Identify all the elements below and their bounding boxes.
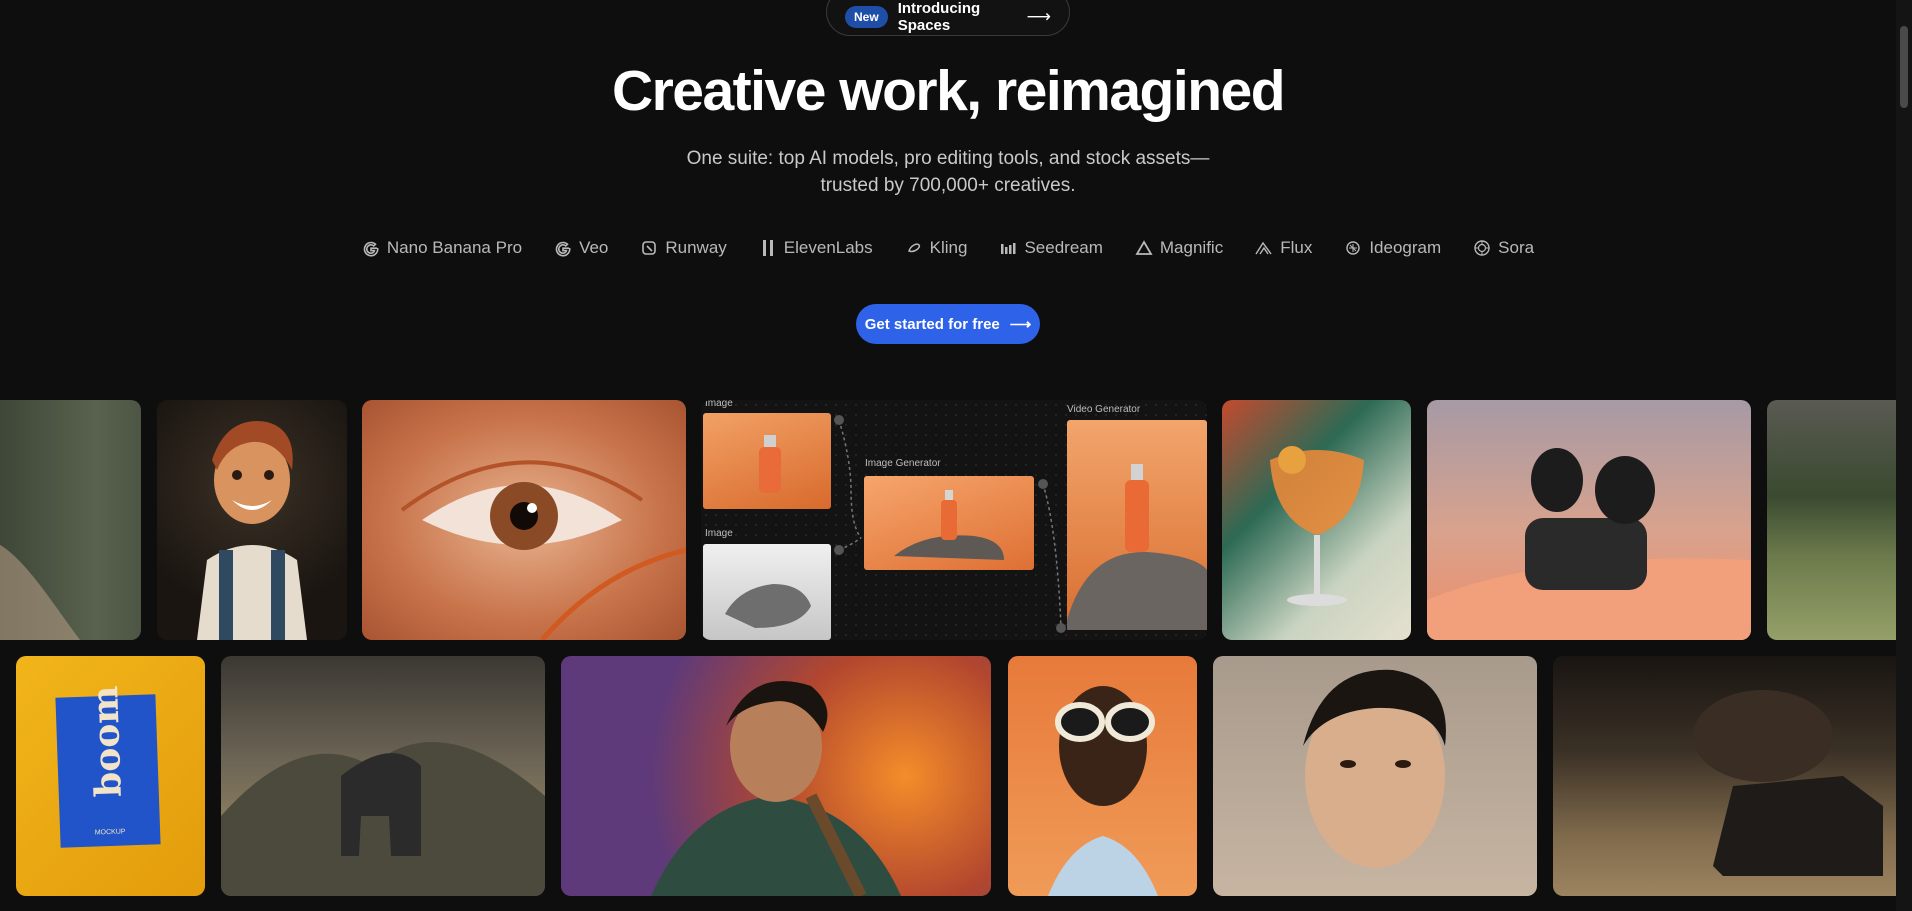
model-label: Veo	[579, 238, 609, 257]
video-node-output	[1067, 420, 1207, 630]
image-node-label-2: Image	[705, 528, 733, 539]
subtitle-line-1: One suite: top AI models, pro editing to…	[686, 148, 1210, 169]
poster-text: boom	[84, 685, 130, 798]
poster-subtext: MOCKUP	[94, 828, 126, 837]
google-icon	[554, 239, 572, 257]
model-item-ideogram: Ideogram	[1344, 238, 1441, 258]
scrollbar-thumb[interactable]	[1900, 26, 1908, 108]
announcement-text: Introducing Spaces	[897, 0, 981, 34]
seedream-icon	[999, 239, 1017, 257]
generator-node-label: Image Generator	[865, 458, 941, 469]
hero-subtitle: One suite: top AI models, pro editing to…	[0, 145, 1896, 199]
bottle-on-rock-tall	[1067, 464, 1207, 630]
model-item-seedream: Seedream	[999, 238, 1103, 258]
gallery-tile-dinosaur[interactable]	[221, 656, 545, 896]
model-item-veo: Veo	[554, 238, 608, 258]
arrow-right-icon: ⟶	[1026, 7, 1051, 26]
model-item-sora: Sora	[1473, 238, 1534, 258]
model-item-flux: Flux	[1255, 238, 1312, 258]
flux-icon	[1255, 239, 1273, 257]
kling-icon	[905, 239, 923, 257]
magnific-icon	[1135, 239, 1153, 257]
image-node-label: Image	[705, 400, 733, 409]
warrior-figure	[651, 681, 901, 896]
model-item-runway: Runway	[640, 238, 727, 258]
runway-icon	[640, 239, 658, 257]
subtitle-line-2: trusted by 700,000+ creatives.	[820, 175, 1076, 196]
model-item-elevenlabs: ElevenLabs	[759, 238, 873, 258]
model-label: Runway	[665, 238, 727, 257]
gallery-tile-warrior[interactable]	[561, 656, 991, 896]
gallery-tile-man-portrait[interactable]	[1213, 656, 1537, 896]
model-item-magnific: Magnific	[1135, 238, 1223, 258]
bottle-on-rock	[894, 490, 1004, 560]
arrow-right-icon: ⟶	[1009, 316, 1032, 333]
gallery-tile-boom-mockup[interactable]: boom MOCKUP	[16, 656, 205, 896]
gallery-tile-workflow[interactable]: Image Image Image Generator Video Genera…	[701, 400, 1207, 640]
earbuds-case	[1427, 448, 1751, 640]
eye-illustration	[400, 460, 686, 640]
sunglasses-person	[1048, 686, 1158, 896]
model-label: Nano Banana Pro	[386, 238, 523, 257]
page-title: Creative work, reimagined	[611, 59, 1286, 123]
gallery-tile-partial-green[interactable]	[0, 400, 141, 640]
ideogram-icon	[1344, 239, 1362, 257]
announcement-pill[interactable]: New Introducing Spaces ⟶	[826, 0, 1070, 36]
model-label: ElevenLabs	[783, 238, 873, 257]
dinosaur-scene	[221, 742, 545, 896]
truck-scene	[1693, 690, 1883, 876]
generator-node-output	[864, 476, 1034, 570]
rock-shape	[725, 584, 811, 628]
cocktail-glass	[1270, 446, 1364, 606]
video-node-label: Video Generator	[1067, 404, 1141, 415]
model-label: Sora	[1498, 238, 1535, 257]
gallery-tile-cocktail[interactable]	[1222, 400, 1411, 640]
openai-icon	[1473, 239, 1491, 257]
get-started-button[interactable]: Get started for free ⟶	[856, 304, 1040, 344]
man-face	[1303, 669, 1446, 868]
model-label: Kling	[929, 238, 968, 257]
google-icon	[362, 239, 380, 257]
elevenlabs-icon	[759, 239, 777, 257]
gallery-tile-earbuds[interactable]	[1427, 400, 1751, 640]
gallery-tile-eye-closeup[interactable]	[362, 400, 686, 640]
model-item-nano-banana-pro: Nano Banana Pro	[362, 238, 522, 258]
image-node-bottle	[703, 413, 831, 509]
model-label: Seedream	[1024, 238, 1103, 257]
gallery-tile-sunglasses-portrait[interactable]	[1008, 656, 1197, 896]
poster: boom MOCKUP	[55, 685, 161, 848]
model-label: Flux	[1280, 238, 1313, 257]
page-scrollbar[interactable]	[1896, 0, 1912, 911]
hand-shape	[0, 544, 80, 640]
gallery-tile-cartoon-man[interactable]	[157, 400, 347, 640]
bottle-shape	[759, 435, 781, 493]
model-item-kling: Kling	[905, 238, 968, 258]
model-list: Nano Banana Pro Veo Runway ElevenLabs Kl…	[0, 238, 1896, 258]
gallery-tile-partial-field[interactable]	[1767, 400, 1912, 640]
gallery-tile-truck-desert[interactable]	[1553, 656, 1912, 896]
model-label: Magnific	[1159, 238, 1224, 257]
cartoon-character	[197, 421, 307, 640]
cta-label: Get started for free	[864, 315, 1000, 333]
image-node-rock	[703, 544, 831, 640]
new-badge: New	[845, 6, 888, 28]
model-label: Ideogram	[1369, 238, 1442, 257]
